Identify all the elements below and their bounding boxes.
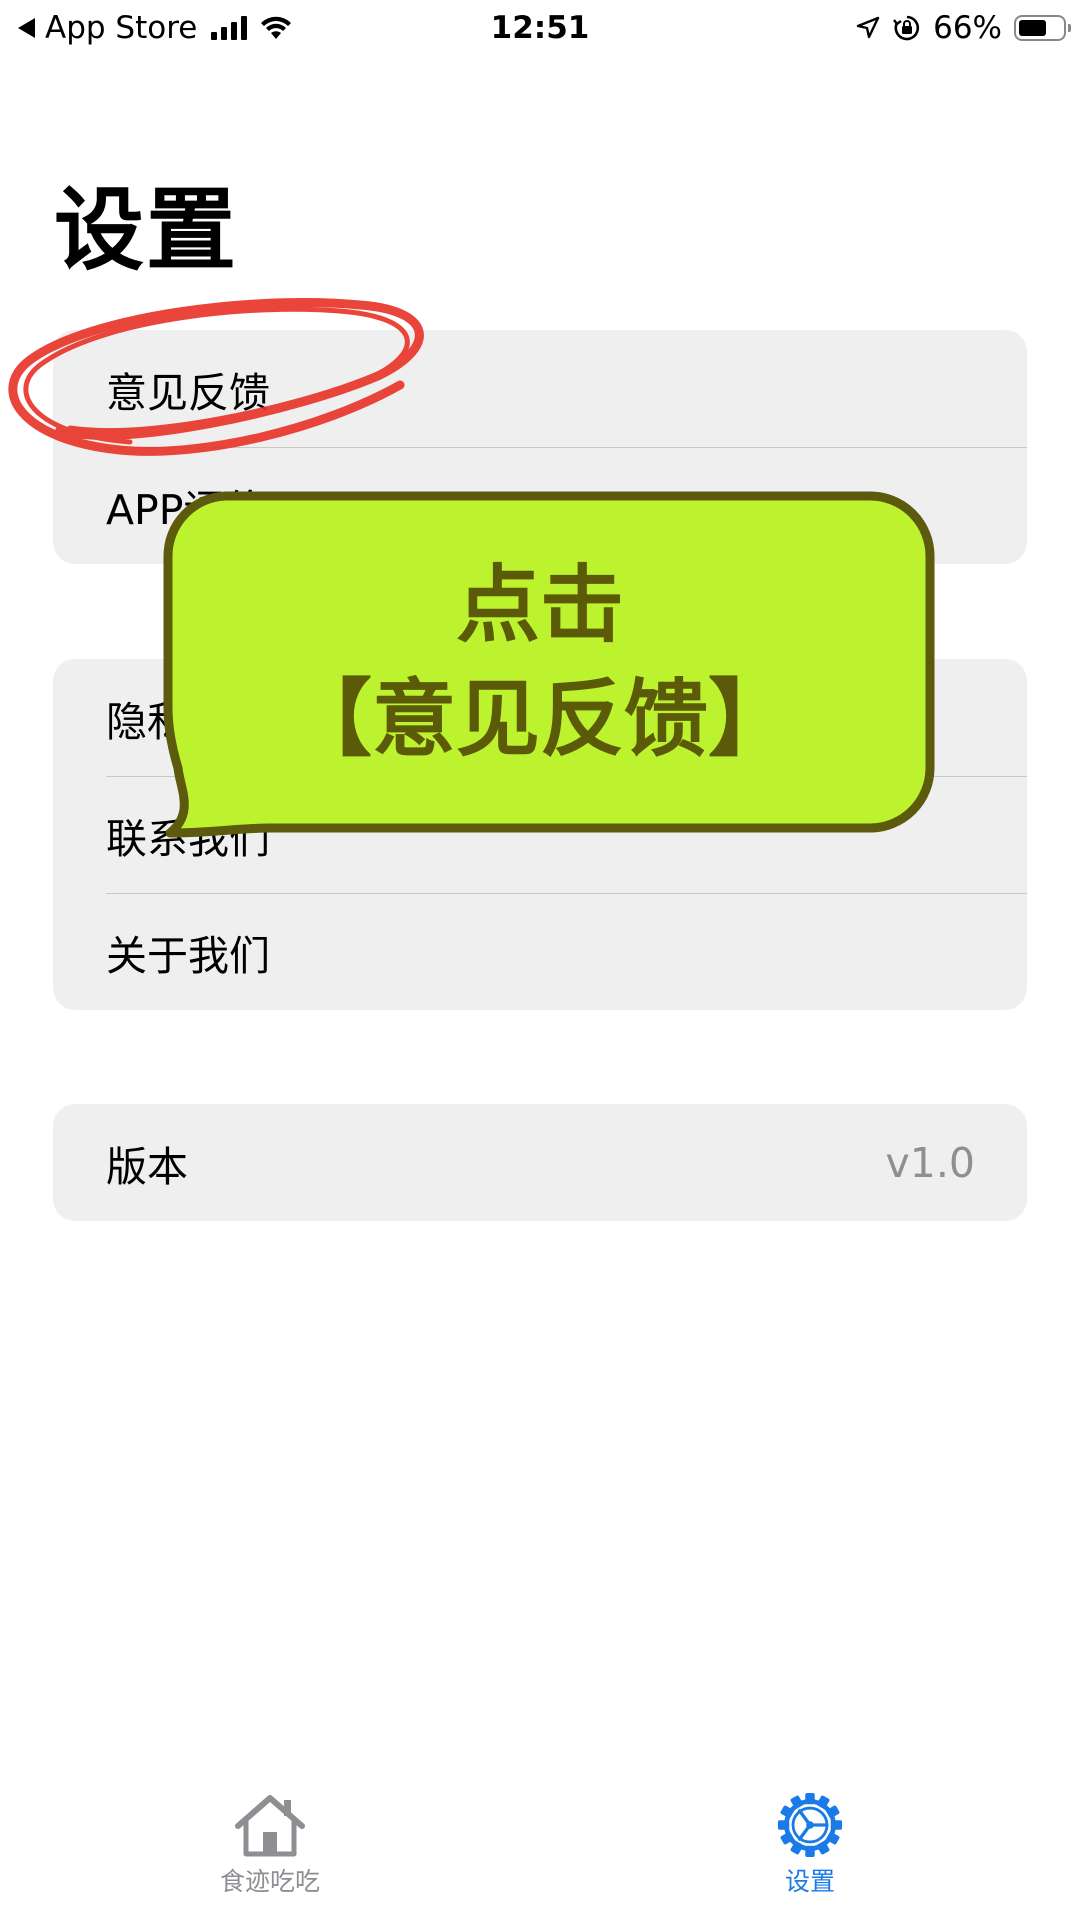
tab-home[interactable]: 食迹吃吃 [170,1792,370,1898]
version-value: v1.0 [885,1138,975,1187]
tab-bar: 食迹吃吃 设置 [0,1792,1080,1920]
status-bar: App Store 12:51 66% [0,0,1080,56]
row-about-us[interactable]: 关于我们 [53,893,1027,1010]
gear-icon [777,1792,843,1858]
bubble-line-2: 【意见反馈】 [287,670,792,768]
tab-label: 设置 [784,1867,835,1896]
location-arrow-icon [856,16,880,39]
settings-group-version: 版本 v1.0 [53,1104,1027,1221]
bubble-text: 点击 【意见反馈】 [180,548,900,776]
page-title: 设置 [54,178,238,283]
battery-level [1019,20,1046,36]
status-right: 66% [855,8,1071,48]
highlight-circle-annotation [8,297,424,456]
battery-icon [1014,15,1071,41]
row-label: 版本 [106,1142,188,1191]
row-version: 版本 v1.0 [53,1104,1027,1221]
tab-label: 食迹吃吃 [219,1867,320,1896]
tab-settings[interactable]: 设置 [710,1792,910,1898]
house-icon [235,1795,305,1857]
orientation-lock-icon [893,15,920,41]
row-label: 关于我们 [106,931,270,980]
battery-percent: 66% [933,10,1002,46]
bubble-line-1: 点击 [455,556,624,654]
